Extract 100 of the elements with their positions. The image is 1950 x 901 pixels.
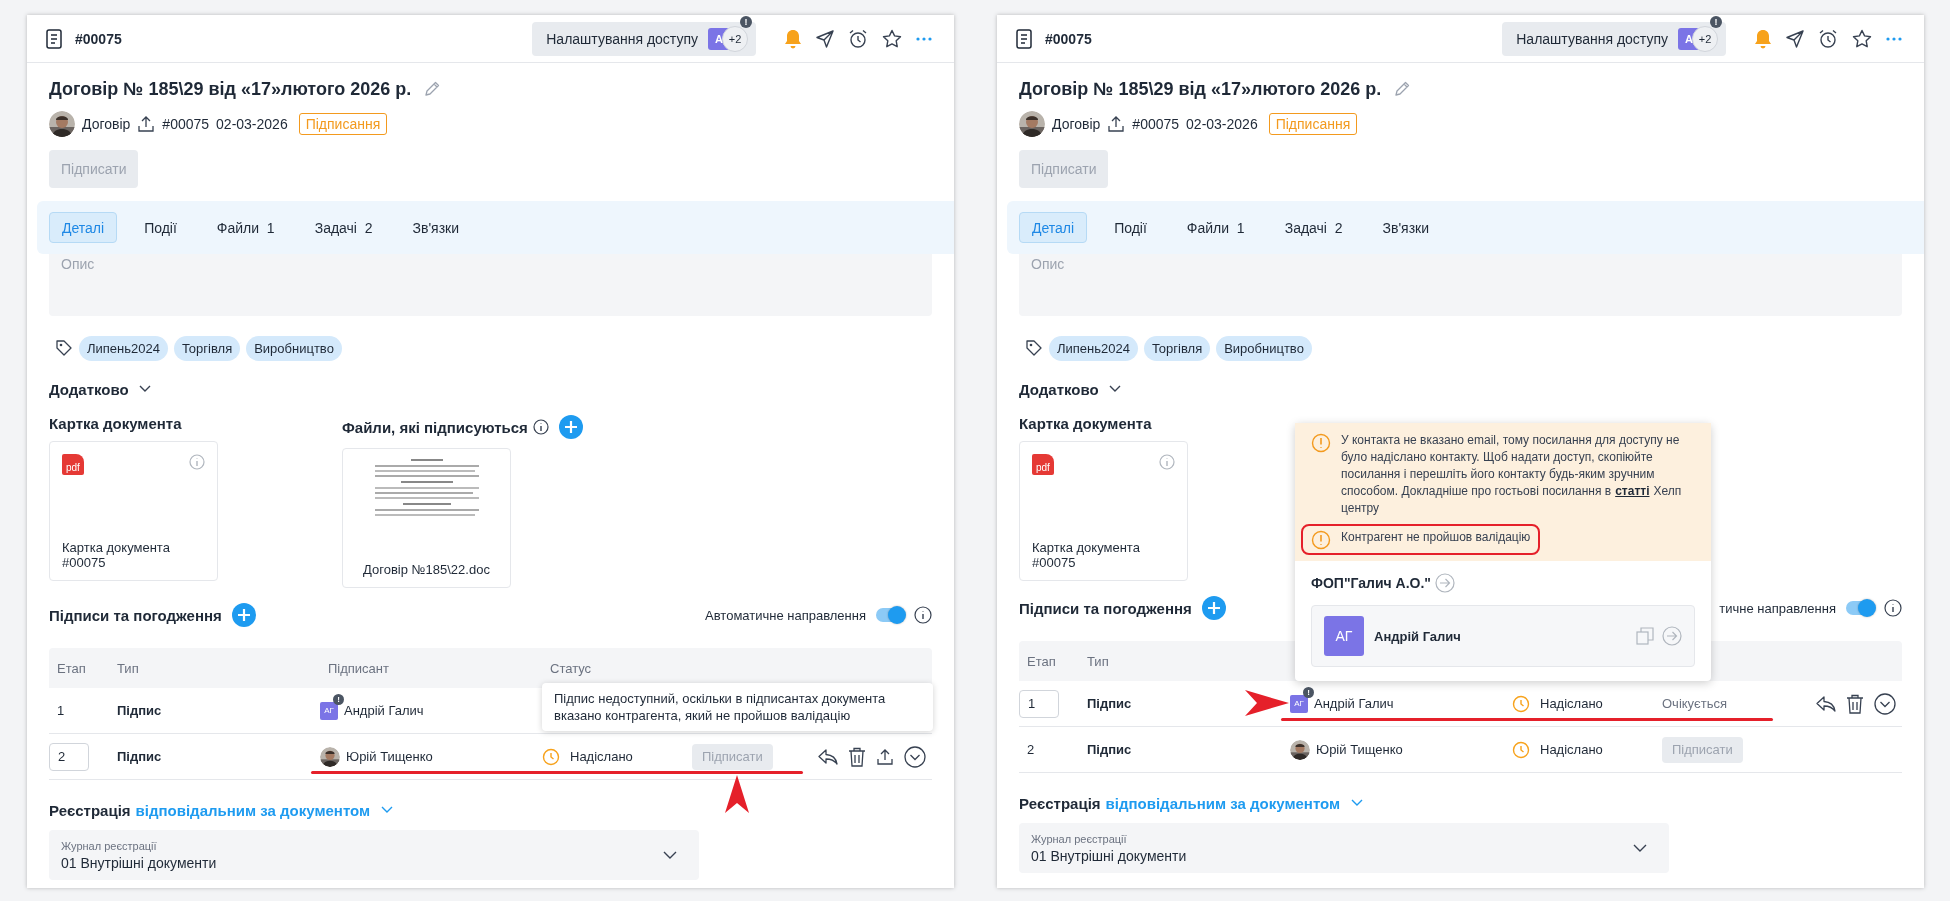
chevron-down-icon[interactable] [1108,385,1121,393]
document-date: 02-03-2026 [216,116,288,132]
section-title: Картка документа [49,415,183,432]
send-icon[interactable] [1786,29,1804,48]
document-number: #00075 [1132,116,1180,132]
auto-routing-toggle[interactable] [876,608,904,622]
alarm-clock-icon[interactable] [1818,28,1838,49]
tag[interactable]: Липень2024 [79,335,168,361]
section-title: Реєстрація [1019,794,1101,812]
send-icon[interactable] [816,29,834,48]
help-link[interactable]: статті [1615,484,1650,498]
tag-icon [55,339,73,357]
file-name: Договір №185\22.doc [363,562,490,577]
info-icon[interactable] [1884,599,1902,617]
clock-icon [1512,694,1530,713]
document-number: #00075 [75,30,122,47]
star-icon[interactable] [882,28,902,49]
signature-status: Надіслано [1540,696,1603,711]
chevron-down-icon[interactable] [1874,692,1896,715]
info-icon[interactable] [532,419,549,435]
tab[interactable]: Події [131,212,190,243]
pdf-icon: pdf [1032,454,1054,475]
tab[interactable]: Файли 1 [203,212,288,243]
alarm-clock-icon[interactable] [848,28,868,49]
more-icon[interactable] [916,36,932,41]
tab[interactable]: Задачі 2 [301,212,386,243]
stage-number: 1 [56,703,65,718]
tab[interactable]: Задачі 2 [1271,212,1356,243]
alert-badge: ! [740,15,752,28]
tag[interactable]: Виробництво [1216,335,1312,361]
column-header: Підписант [327,660,390,676]
section-title: Файли, які підписуються [342,418,528,436]
document-card[interactable]: pdf Картка документа #00075 [1019,441,1188,581]
clock-icon [1512,740,1530,759]
trash-icon[interactable] [1846,693,1864,714]
tag[interactable]: Липень2024 [1049,335,1138,361]
tag[interactable]: Торгівля [1143,335,1211,361]
tag[interactable]: Торгівля [173,335,241,361]
warning-text: У контакта не вказано email, тому посилання для доступу не було надіслано контакту. Щоб надати доступ, скопіюйте посилання і перешліть його контакту будь-яким зручним способом. Докладніше про гостьові посилання в статті Хелп центру [1341,432,1683,517]
warning-icon [1311,530,1331,550]
tooltip: Підпис недоступний, оскільки в підписантах документа вказано контрагента, який не пройшов валідацію [542,683,933,731]
section-title: Реєстрація [49,801,131,819]
info-icon[interactable] [914,606,932,624]
upload-icon[interactable] [876,747,894,766]
warning-icon [1311,433,1331,453]
document-type: Договір [82,116,131,132]
tab[interactable]: Зв'язки [399,212,473,243]
trash-icon[interactable] [848,746,866,767]
section-title: Картка документа [1019,415,1153,432]
journal-select[interactable]: Журнал реєстрації 01 Внутрішні документи [1019,823,1669,873]
add-icon[interactable] [1201,596,1226,620]
tag[interactable]: Виробництво [246,335,342,361]
column-header: Етап [56,660,87,676]
company-name[interactable]: ФОП"Галич А.О." [1311,575,1431,591]
reply-icon[interactable] [818,747,838,766]
signature-type: Підпис [117,749,162,764]
card-name: Картка документа #00075 [1032,540,1141,570]
clock-icon [542,747,560,766]
more-icon[interactable] [1886,36,1902,41]
user-avatar: АГ [1290,694,1308,713]
contact-name: Андрій Галич [1374,628,1462,644]
chevron-down-icon[interactable] [904,745,926,768]
stage-field[interactable]: 1 [1019,689,1059,718]
tab[interactable]: Зв'язки [1369,212,1443,243]
star-icon[interactable] [1852,28,1872,49]
column-header: Тип [1087,653,1110,669]
waiting-status: Очікується [1662,696,1727,711]
auto-routing-toggle[interactable] [1846,601,1874,615]
chevron-down-icon[interactable] [138,385,151,393]
document-title: Договір № 185\29 від «17»лютого 2026 р. [1019,78,1382,100]
tab[interactable]: Події [1101,212,1160,243]
signer-name[interactable]: Андрій Галич [344,703,424,718]
stage-field[interactable]: 2 [49,742,89,771]
signer-name[interactable]: Юрій Тищенко [1316,742,1403,757]
alert-badge: ! [333,693,344,705]
alert-badge: ! [1303,686,1314,698]
column-header: Етап [1026,653,1057,669]
journal-select[interactable]: Журнал реєстрації 01 Внутрішні документи [49,830,699,880]
status-badge: Підписання [298,113,388,135]
add-icon[interactable] [231,603,256,627]
signature-type: Підпис [1087,696,1132,711]
signature-type: Підпис [117,703,162,718]
tab[interactable]: Файли 1 [1173,212,1258,243]
card-name: Картка документа #00075 [62,540,171,570]
alert-badge: ! [1710,15,1722,28]
file-card[interactable]: Договір №185\22.doc [342,448,511,588]
signer-name[interactable]: Андрій Галич [1314,696,1394,711]
reply-icon[interactable] [1816,694,1836,713]
upload-icon[interactable] [137,115,156,133]
section-title: Додатково [49,380,129,398]
upload-icon[interactable] [1107,115,1126,133]
signer-name[interactable]: Юрій Тищенко [346,749,433,764]
add-icon[interactable] [558,415,583,439]
section-title: Додатково [1019,380,1099,398]
document-card[interactable]: pdf Картка документа #00075 [49,441,218,581]
signature-status: Надіслано [1540,742,1603,757]
section-title: Підписи та погодження [49,606,222,624]
signature-type: Підпис [1087,742,1132,757]
tag-icon [1025,339,1043,357]
status-badge: Підписання [1268,113,1358,135]
